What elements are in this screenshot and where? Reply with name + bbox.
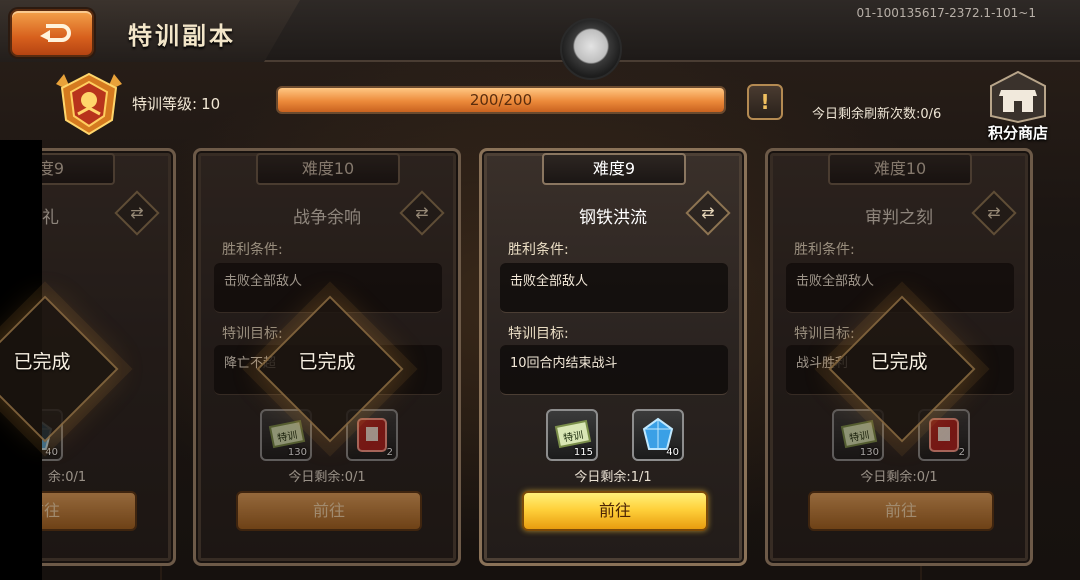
reward-qty: 130	[859, 447, 879, 458]
go-button[interactable]: 前往	[808, 491, 994, 531]
victory-condition-label: 胜利条件:	[794, 242, 855, 258]
swap-icon: ⇄	[987, 203, 1001, 222]
difficulty-tab: 难度10	[256, 153, 400, 185]
red-capsule-icon	[357, 418, 387, 452]
stage-name: 战争余响	[293, 208, 361, 228]
rank-label-text: 特训等级:	[132, 95, 198, 113]
completed-label: 已完成	[13, 351, 71, 373]
stage-card[interactable]: 难度10 审判之刻 ⇄ 胜利条件: 击败全部敌人 特训目标: 战斗胜利 已完成 …	[765, 148, 1033, 566]
red-capsule-icon	[929, 418, 959, 452]
back-button[interactable]	[10, 9, 94, 57]
swap-icon: ⇄	[415, 203, 429, 222]
shop-label: 积分商店	[987, 124, 1048, 142]
difficulty-tab: 难度10	[828, 153, 972, 185]
reward-qty: 40	[666, 447, 679, 458]
training-goal-label: 特训目标:	[222, 326, 283, 342]
build-id-text: 01-100135617-2372.1-101~1	[856, 6, 1036, 20]
reward-qty: 2	[958, 447, 965, 458]
difficulty-tab: 难度9	[542, 153, 686, 185]
stage-card-selected[interactable]: 难度9 钢铁洪流 ⇄ 胜利条件: 击败全部敌人 特训目标: 10回合内结束战斗 …	[479, 148, 747, 566]
reward-qty: 115	[573, 447, 593, 458]
daily-remaining: 今日剩余:0/1	[860, 470, 938, 485]
training-goal-label: 特训目标:	[794, 326, 855, 342]
completed-label: 已完成	[298, 351, 356, 373]
floating-assist-button[interactable]	[560, 18, 622, 80]
victory-condition-label: 胜利条件:	[508, 242, 569, 258]
victory-condition-label: 胜利条件:	[222, 242, 283, 258]
rank-label: 特训等级: 10	[132, 93, 220, 114]
swap-stage-button[interactable]: ⇄	[114, 190, 160, 236]
reward-qty: 2	[386, 447, 393, 458]
rank-level: 10	[201, 95, 221, 113]
exp-progress-text: 200/200	[469, 91, 533, 109]
shop-icon	[990, 70, 1046, 124]
back-arrow-icon	[40, 24, 71, 42]
swap-icon: ⇄	[130, 203, 144, 222]
daily-remaining: 今日剩余:0/1	[288, 470, 366, 485]
game-scene: 特训副本 01-100135617-2372.1-101~1 特训等级: 10 2…	[0, 0, 1080, 580]
swap-icon: ⇄	[701, 203, 715, 222]
training-manual-icon: 特训	[268, 419, 306, 449]
go-button[interactable]: 前往	[522, 491, 708, 531]
swap-stage-button[interactable]: ⇄	[685, 190, 731, 236]
page-title: 特训副本	[128, 22, 236, 50]
reward-slot[interactable]: 特训 115	[546, 409, 598, 461]
daily-remaining: 今日剩余:1/1	[574, 470, 652, 485]
exp-progress-bar: 200/200	[276, 86, 726, 114]
reward-qty: 130	[287, 447, 307, 458]
rank-badge-icon	[52, 70, 126, 138]
swap-stage-button[interactable]: ⇄	[971, 190, 1017, 236]
svg-text:特训: 特训	[276, 429, 298, 444]
training-goal-label: 特训目标:	[508, 326, 569, 342]
stage-name: 审判之刻	[865, 208, 933, 228]
points-shop-button[interactable]: 积分商店	[976, 70, 1060, 146]
svg-text:特训: 特训	[848, 429, 870, 444]
training-goal-text: 10回合内结束战斗	[500, 345, 728, 395]
swap-stage-button[interactable]: ⇄	[399, 190, 445, 236]
stage-card[interactable]: 难度10 战争余响 ⇄ 胜利条件: 击败全部敌人 特训目标: 降亡不超 已完成 …	[193, 148, 461, 566]
reward-qty: 40	[45, 447, 58, 458]
completed-label: 已完成	[870, 351, 928, 373]
info-exclamation-button[interactable]: !	[747, 84, 783, 120]
go-button[interactable]: 前往	[236, 491, 422, 531]
victory-condition-text: 击败全部敌人	[500, 263, 728, 313]
refresh-count-text: 今日剩余刷新次数:0/6	[812, 107, 942, 122]
training-manual-icon: 特训	[840, 419, 878, 449]
reward-slot[interactable]: 40	[632, 409, 684, 461]
top-bar: 特训副本 01-100135617-2372.1-101~1	[0, 0, 1080, 62]
